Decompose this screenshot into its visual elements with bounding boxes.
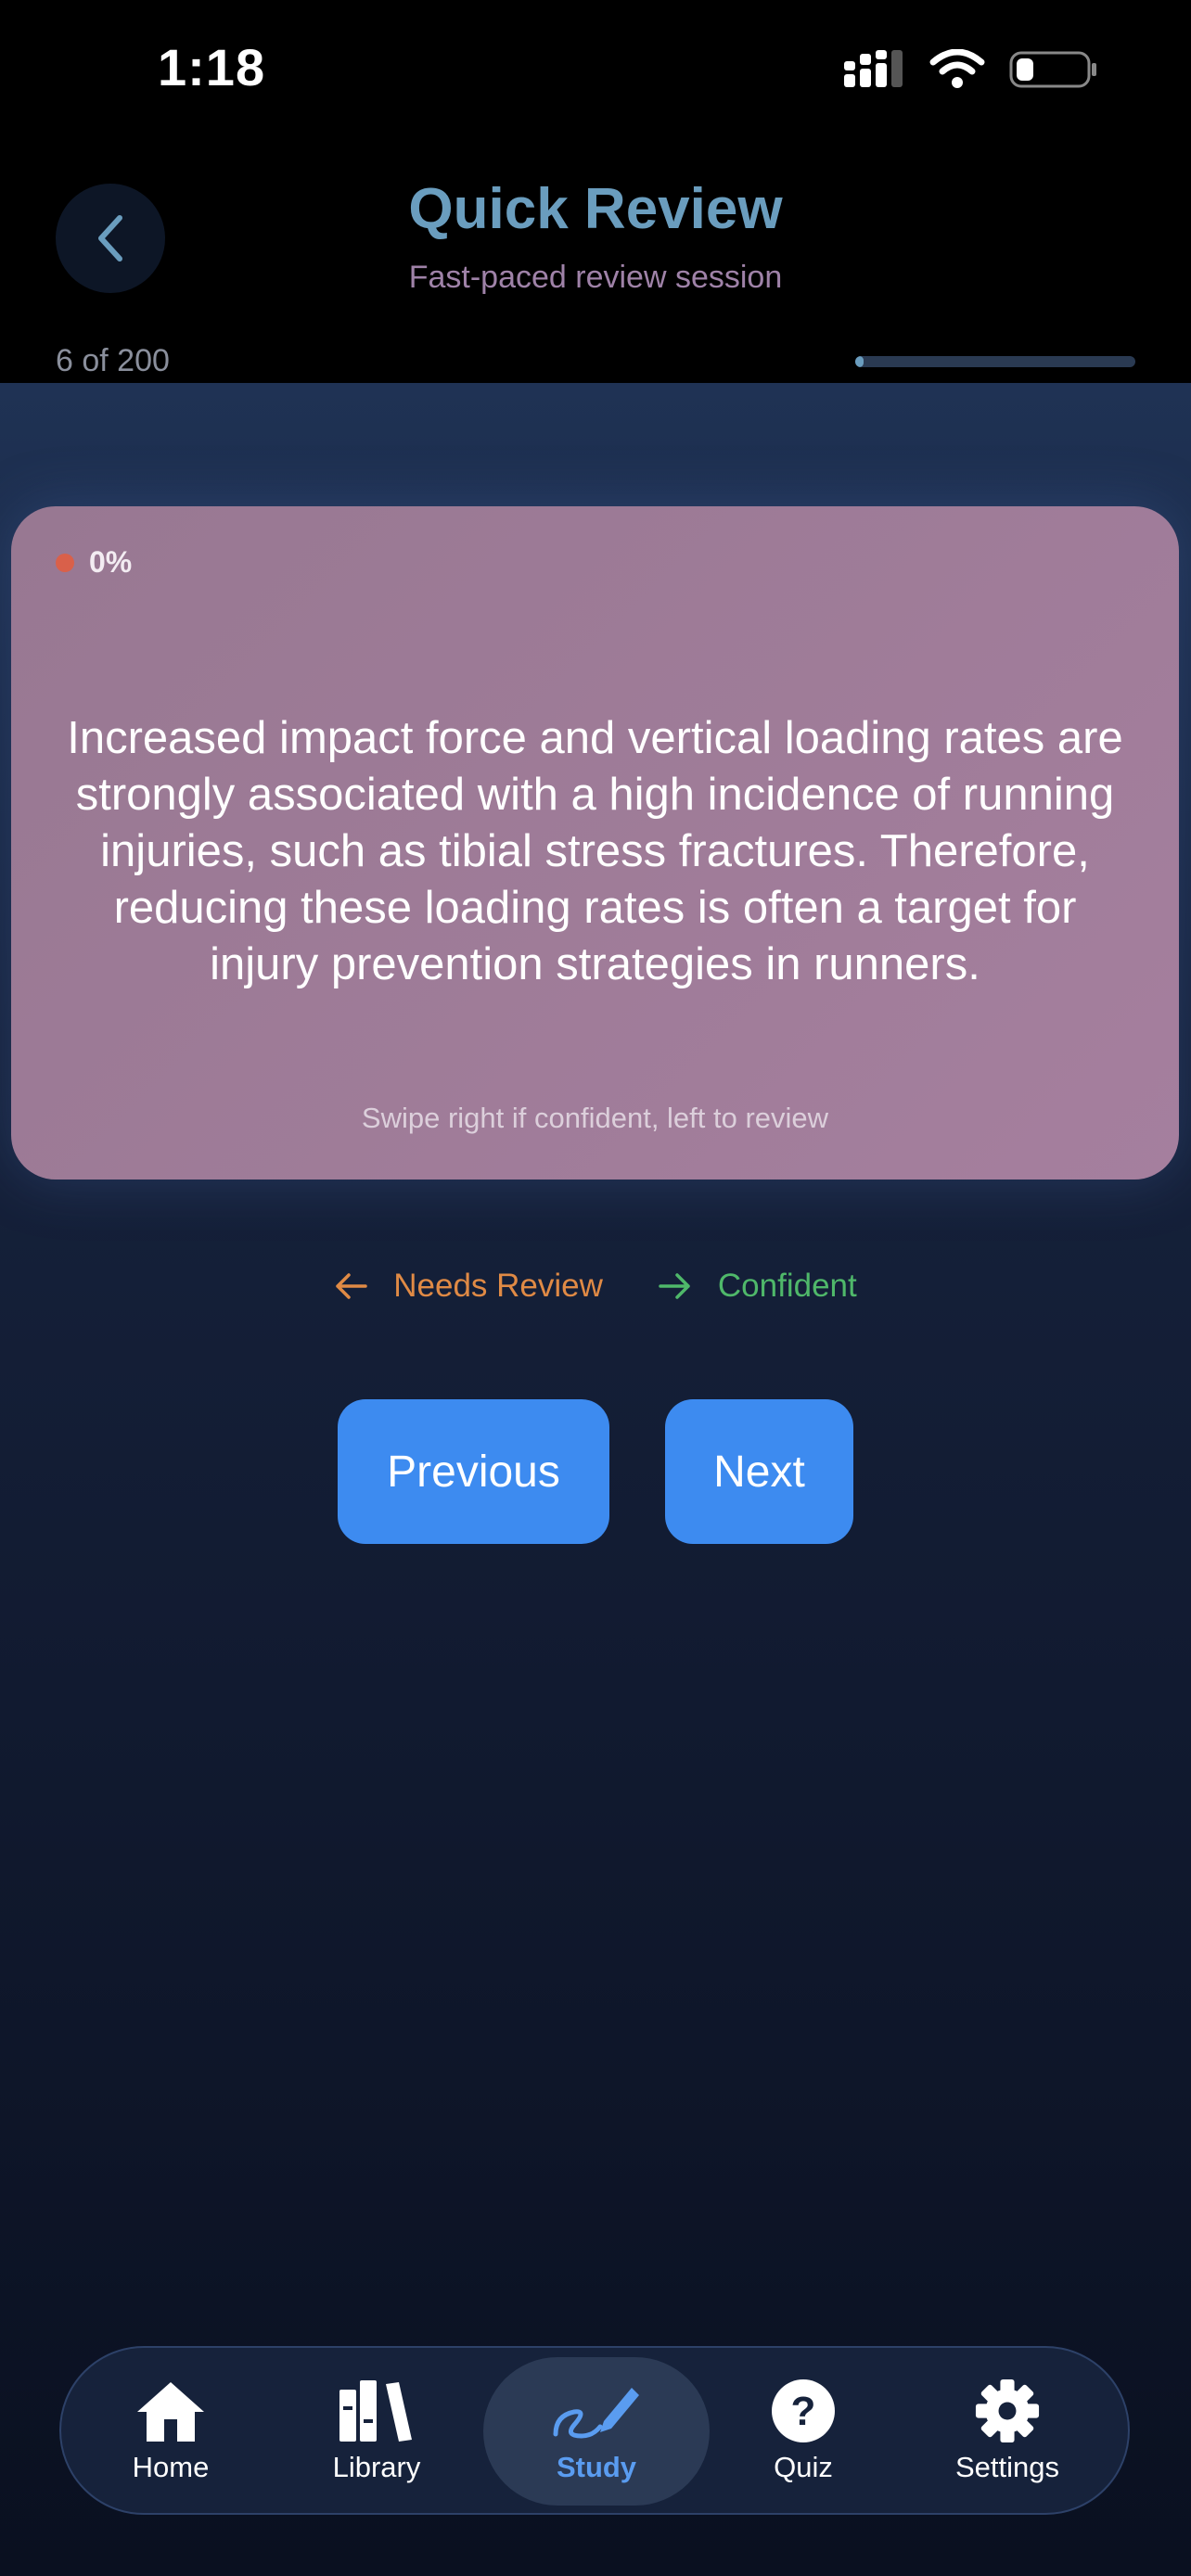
tab-study-label: Study bbox=[556, 2451, 637, 2483]
header: Quick Review Fast-paced review session 6… bbox=[0, 139, 1191, 383]
tab-quiz[interactable]: ? Quiz bbox=[729, 2357, 877, 2506]
progress-fill bbox=[855, 356, 864, 367]
needs-review-label: Needs Review bbox=[393, 1268, 603, 1304]
library-icon bbox=[339, 2380, 412, 2442]
arrow-right-icon bbox=[659, 1273, 690, 1299]
confident-hint: Confident bbox=[659, 1268, 857, 1305]
tab-study[interactable]: Study bbox=[483, 2357, 710, 2506]
battery-icon bbox=[1009, 51, 1096, 88]
wifi-icon bbox=[929, 49, 985, 88]
tab-library-label: Library bbox=[332, 2451, 421, 2483]
status-bar: 1:18 bbox=[0, 0, 1191, 139]
swipe-hint: Swipe right if confident, left to review bbox=[361, 1102, 829, 1134]
tab-quiz-label: Quiz bbox=[774, 2451, 833, 2483]
score-badge: 0% bbox=[56, 545, 132, 580]
tab-home-label: Home bbox=[132, 2451, 210, 2483]
tab-home[interactable]: Home bbox=[96, 2357, 245, 2506]
gear-icon bbox=[975, 2378, 1040, 2443]
flashcard[interactable]: 0% Increased impact force and vertical l… bbox=[11, 506, 1179, 1180]
arrow-left-icon bbox=[336, 1273, 367, 1299]
confident-label: Confident bbox=[717, 1268, 857, 1304]
study-area: 0% Increased impact force and vertical l… bbox=[0, 383, 1191, 2576]
progress-bar bbox=[855, 356, 1135, 367]
flashcard-text: Increased impact force and vertical load… bbox=[67, 713, 1123, 989]
question-icon: ? bbox=[772, 2379, 835, 2442]
tab-library[interactable]: Library bbox=[302, 2357, 451, 2506]
status-dot bbox=[56, 553, 74, 572]
tab-settings[interactable]: Settings bbox=[924, 2357, 1091, 2506]
needs-review-hint: Needs Review bbox=[334, 1268, 603, 1305]
tab-settings-label: Settings bbox=[954, 2451, 1059, 2483]
cellular-signal-icon bbox=[844, 50, 903, 87]
swipe-legend: Needs Review Confident bbox=[0, 1268, 1191, 1305]
page-subtitle: Fast-paced review session bbox=[408, 260, 783, 295]
status-time: 1:18 bbox=[158, 38, 266, 96]
score-text: 0% bbox=[89, 545, 133, 579]
card-counter: 6 of 200 bbox=[56, 343, 170, 378]
pencil-icon bbox=[553, 2388, 639, 2439]
page-title: Quick Review bbox=[408, 177, 783, 241]
next-button[interactable]: Next bbox=[665, 1399, 853, 1544]
previous-button[interactable]: Previous bbox=[338, 1399, 609, 1544]
svg-text:?: ? bbox=[791, 2389, 816, 2434]
home-icon bbox=[137, 2382, 204, 2442]
tab-bar: Home Library Study ? Quiz Settings bbox=[59, 2346, 1130, 2515]
status-icons bbox=[844, 46, 1098, 93]
